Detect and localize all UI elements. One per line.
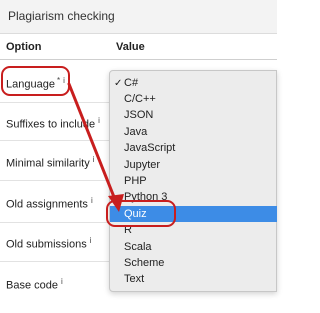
annotation-arrow-icon bbox=[67, 82, 124, 212]
